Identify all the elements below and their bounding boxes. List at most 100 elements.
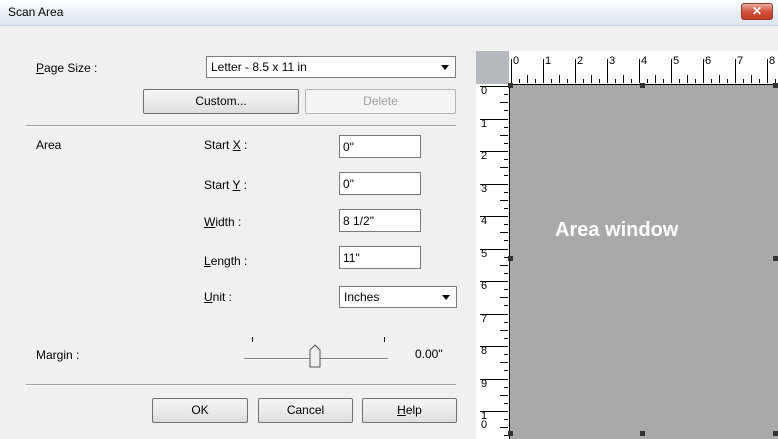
ruler-h-minor-tick bbox=[623, 75, 624, 83]
ruler-h-minor-tick bbox=[751, 75, 752, 83]
resize-handle-left[interactable] bbox=[508, 256, 513, 261]
ruler-v-minor-tick bbox=[500, 134, 508, 136]
ruler-v-minor-tick bbox=[504, 386, 508, 388]
ruler-v-major-tick bbox=[480, 346, 508, 347]
slider-tick-max bbox=[384, 337, 385, 342]
custom-button[interactable]: Custom... bbox=[143, 89, 299, 114]
ruler-v-minor-tick bbox=[500, 394, 508, 396]
ruler-h-label: 0 bbox=[513, 55, 520, 67]
ruler-h-major-tick bbox=[607, 59, 608, 83]
resize-handle-right[interactable] bbox=[773, 256, 778, 261]
start-y-input[interactable]: 0" bbox=[339, 172, 421, 195]
margin-value: 0.00" bbox=[415, 347, 443, 361]
length-input[interactable]: 11" bbox=[339, 246, 421, 269]
ruler-h-minor-tick bbox=[527, 75, 528, 83]
horizontal-ruler: 0 1 2 3 4 5 6 7 8 bbox=[509, 51, 778, 85]
ruler-v-minor-tick bbox=[500, 102, 508, 104]
separator-bottom bbox=[26, 384, 456, 386]
ruler-h-label: 4 bbox=[641, 55, 648, 67]
slider-thumb[interactable] bbox=[309, 344, 321, 368]
ruler-h-minor-tick bbox=[551, 79, 552, 83]
ruler-v-minor-tick bbox=[504, 272, 508, 274]
resize-handle-top-right[interactable] bbox=[773, 83, 778, 88]
title-bar bbox=[0, 0, 778, 26]
ruler-v-major-tick bbox=[480, 411, 508, 412]
ruler-v-minor-tick bbox=[504, 159, 508, 161]
ruler-v-minor-tick bbox=[504, 419, 508, 421]
ruler-v-minor-tick bbox=[500, 427, 508, 429]
ruler-h-major-tick bbox=[543, 59, 544, 83]
ruler-v-label: 8 bbox=[481, 345, 488, 357]
resize-handle-bottom[interactable] bbox=[640, 431, 645, 436]
length-label: Length : bbox=[204, 254, 248, 268]
ruler-v-minor-tick bbox=[500, 232, 508, 234]
separator-top bbox=[26, 125, 456, 127]
cancel-button[interactable]: Cancel bbox=[258, 398, 353, 423]
ruler-h-major-tick bbox=[671, 59, 672, 83]
start-x-input[interactable]: 0" bbox=[339, 135, 421, 158]
ruler-v-minor-tick bbox=[500, 362, 508, 364]
ruler-v-minor-tick bbox=[504, 110, 508, 112]
ruler-v-label: 2 bbox=[481, 150, 488, 162]
ruler-h-minor-tick bbox=[727, 79, 728, 83]
ruler-h-minor-tick bbox=[583, 79, 584, 83]
ruler-v-label: 0 bbox=[481, 85, 488, 97]
close-button[interactable]: ✕ bbox=[741, 3, 773, 20]
ruler-v-minor-tick bbox=[504, 370, 508, 372]
ruler-v-label: 5 bbox=[481, 247, 488, 260]
margin-slider[interactable] bbox=[243, 335, 389, 369]
ruler-h-label: 8 bbox=[769, 55, 776, 67]
width-input[interactable]: 8 1/2" bbox=[339, 209, 421, 232]
ruler-v-label: 1 0 bbox=[481, 410, 488, 431]
area-window-label: Area window bbox=[555, 219, 679, 241]
resize-handle-bottom-left[interactable] bbox=[508, 431, 513, 436]
resize-handle-top[interactable] bbox=[640, 83, 645, 88]
ruler-h-minor-tick bbox=[631, 79, 632, 83]
chevron-down-icon bbox=[438, 288, 455, 306]
ok-button[interactable]: OK bbox=[152, 398, 248, 423]
scan-area-window[interactable] bbox=[510, 85, 778, 439]
ruler-v-minor-tick bbox=[504, 224, 508, 226]
margin-label: Margin : bbox=[36, 348, 80, 362]
ruler-h-major-tick bbox=[575, 59, 576, 83]
window-title: Scan Area bbox=[8, 5, 64, 19]
ruler-v-major-tick bbox=[480, 281, 508, 282]
ruler-v-label: 9 bbox=[481, 377, 488, 390]
close-icon: ✕ bbox=[751, 4, 763, 18]
ruler-v-minor-tick bbox=[504, 240, 508, 242]
ruler-v-major-tick bbox=[480, 151, 508, 152]
page-size-select[interactable]: Letter - 8.5 x 11 in bbox=[206, 56, 456, 78]
ruler-h-major-tick bbox=[511, 59, 512, 83]
unit-select[interactable]: Inches bbox=[339, 286, 457, 308]
ruler-v-minor-tick bbox=[500, 329, 508, 331]
slider-tick-min bbox=[252, 337, 253, 342]
ruler-v-minor-tick bbox=[504, 126, 508, 128]
chevron-down-icon bbox=[437, 58, 454, 76]
resize-handle-bottom-right[interactable] bbox=[773, 431, 778, 436]
resize-handle-top-left[interactable] bbox=[508, 83, 513, 88]
ruler-v-label: 4 bbox=[481, 215, 488, 227]
ruler-h-label: 7 bbox=[737, 55, 744, 67]
help-button[interactable]: Help bbox=[362, 398, 457, 423]
ruler-h-minor-tick bbox=[679, 79, 680, 83]
ruler-v-minor-tick bbox=[500, 264, 508, 266]
ruler-v-minor-tick bbox=[504, 305, 508, 307]
ruler-v-minor-tick bbox=[504, 354, 508, 356]
unit-label: Unit : bbox=[204, 290, 233, 304]
ruler-h-minor-tick bbox=[559, 75, 560, 83]
delete-button: Delete bbox=[305, 89, 456, 114]
area-label: Area bbox=[36, 138, 62, 152]
ruler-v-major-tick bbox=[480, 248, 508, 250]
ruler-h-minor-tick bbox=[719, 75, 720, 83]
ruler-h-minor-tick bbox=[655, 75, 656, 83]
vertical-ruler: 0 1 2 3 4 5 6 7 8 9 1 0 bbox=[476, 84, 510, 439]
ruler-v-major-tick bbox=[480, 118, 508, 120]
ruler-v-minor-tick bbox=[504, 142, 508, 144]
ruler-v-minor-tick bbox=[504, 94, 508, 96]
start-x-label: Start X : bbox=[204, 138, 248, 152]
ruler-v-minor-tick bbox=[504, 321, 508, 323]
ruler-v-major-tick bbox=[480, 86, 508, 87]
ruler-h-minor-tick bbox=[599, 79, 600, 83]
ruler-v-major-tick bbox=[480, 313, 508, 315]
ruler-h-minor-tick bbox=[743, 79, 744, 83]
